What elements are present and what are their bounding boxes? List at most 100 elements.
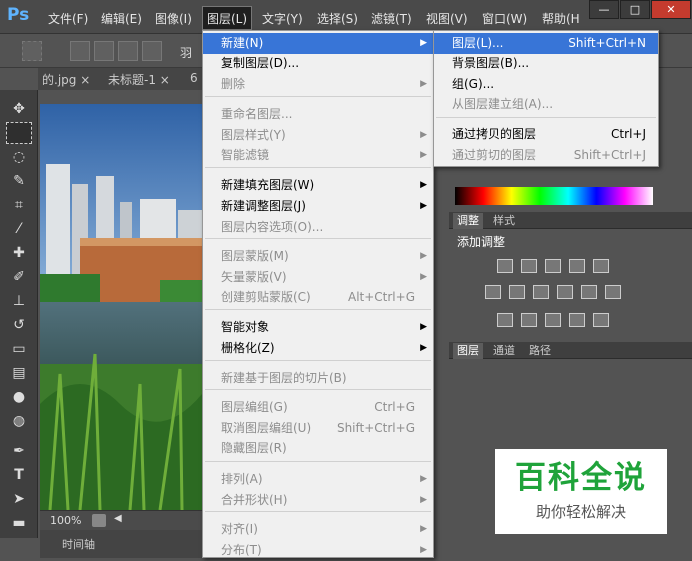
move-tool-icon[interactable]: ✥: [6, 98, 32, 120]
intersect-selection-icon[interactable]: [142, 41, 162, 61]
menu-select[interactable]: 选择(S): [317, 10, 358, 27]
tab-1[interactable]: 的.jpg ×: [42, 71, 90, 88]
brush-tool-icon[interactable]: ✐: [6, 266, 32, 288]
menu-window[interactable]: 窗口(W): [482, 10, 527, 27]
blur-tool-icon[interactable]: ●: [6, 386, 32, 408]
marquee-tool-icon[interactable]: [6, 122, 32, 144]
gradient-tool-icon[interactable]: ▤: [6, 362, 32, 384]
dodge-tool-icon[interactable]: ◍: [6, 410, 32, 432]
tab-close-icon[interactable]: ×: [80, 73, 90, 87]
vibrance-icon[interactable]: [593, 259, 609, 273]
menu-item-label: 矢量蒙版(V): [221, 270, 287, 284]
brightness-icon[interactable]: [497, 259, 513, 273]
app-logo: Ps: [7, 5, 30, 25]
tab-paths[interactable]: 路径: [525, 343, 555, 359]
type-tool-icon[interactable]: T: [6, 464, 32, 486]
layer-menu-item[interactable]: 新建(N) ▶: [203, 33, 433, 54]
new-submenu-item[interactable]: 图层(L)... Shift+Ctrl+N: [434, 33, 658, 54]
new-submenu-item[interactable]: 背景图层(B)...: [434, 53, 658, 74]
new-submenu-item: 通过剪切的图层 Shift+Ctrl+J: [434, 145, 658, 166]
menu-item-label: 图层编组(G): [221, 400, 288, 414]
eraser-tool-icon[interactable]: ▭: [6, 338, 32, 360]
layer-menu-item: 矢量蒙版(V) ▶: [203, 267, 433, 288]
tab-layers[interactable]: 图层: [453, 343, 483, 359]
menu-image[interactable]: 图像(I): [155, 10, 192, 27]
new-selection-icon[interactable]: [70, 41, 90, 61]
tab-3[interactable]: 6: [190, 71, 198, 85]
exposure-icon[interactable]: [569, 259, 585, 273]
healing-tool-icon[interactable]: ✚: [6, 242, 32, 264]
black-white-icon[interactable]: [533, 285, 549, 299]
menu-item-label: 取消图层编组(U): [221, 421, 312, 435]
minimize-button[interactable]: —: [589, 0, 619, 19]
pen-tool-icon[interactable]: ✒: [6, 440, 32, 462]
curves-icon[interactable]: [545, 259, 561, 273]
hue-saturation-icon[interactable]: [485, 285, 501, 299]
shape-tool-icon[interactable]: ▬: [6, 512, 32, 534]
tab-label: 的.jpg: [42, 73, 77, 87]
menu-item-label: 栅格化(Z): [221, 341, 275, 355]
layer-menu-item: 图层样式(Y) ▶: [203, 125, 433, 146]
submenu-arrow-icon: ▶: [420, 524, 427, 534]
color-ramp[interactable]: [455, 187, 653, 205]
history-brush-tool-icon[interactable]: ↺: [6, 314, 32, 336]
submenu-arrow-icon: ▶: [420, 272, 427, 282]
layer-menu-item[interactable]: 新建填充图层(W) ▶: [203, 175, 433, 196]
menu-item-label: 组(G)...: [452, 77, 495, 91]
new-submenu-item[interactable]: 通过拷贝的图层 Ctrl+J: [434, 124, 658, 145]
menu-layer[interactable]: 图层(L): [202, 6, 253, 30]
layer-menu-item[interactable]: 智能对象 ▶: [203, 317, 433, 338]
crop-tool-icon[interactable]: ⌗: [6, 194, 32, 216]
restore-button[interactable]: □: [620, 0, 650, 19]
timeline-label[interactable]: 时间轴: [62, 536, 95, 552]
close-button[interactable]: ✕: [651, 0, 691, 19]
add-selection-icon[interactable]: [94, 41, 114, 61]
subtract-selection-icon[interactable]: [118, 41, 138, 61]
menu-item-shortcut: Shift+Ctrl+N: [568, 36, 646, 50]
eyedropper-tool-icon[interactable]: ⁄: [6, 218, 32, 240]
tab-channels[interactable]: 通道: [489, 343, 519, 359]
color-lookup-icon[interactable]: [605, 285, 621, 299]
gradient-map-icon[interactable]: [593, 313, 609, 327]
invert-icon[interactable]: [497, 313, 513, 327]
menu-help[interactable]: 帮助(H: [542, 10, 580, 27]
watermark-logo: 百科全说 助你轻松解决: [495, 449, 667, 534]
color-balance-icon[interactable]: [509, 285, 525, 299]
menu-type[interactable]: 文字(Y): [262, 10, 303, 27]
posterize-icon[interactable]: [521, 313, 537, 327]
quick-select-tool-icon[interactable]: ✎: [6, 170, 32, 192]
tab-2[interactable]: 未标题-1 ×: [108, 71, 170, 88]
menu-item-shortcut: Alt+Ctrl+G: [347, 290, 415, 304]
menu-edit[interactable]: 编辑(E): [101, 10, 142, 27]
marquee-preset-icon[interactable]: [22, 41, 42, 61]
layer-menu-item[interactable]: 复制图层(D)...: [203, 53, 433, 74]
layer-menu-item[interactable]: 新建调整图层(J) ▶: [203, 196, 433, 217]
menu-separator: [205, 167, 431, 168]
status-icon[interactable]: [92, 514, 106, 527]
tab-close-icon[interactable]: ×: [160, 73, 170, 87]
layer-menu-item: 隐藏图层(R): [203, 438, 433, 459]
menu-item-label: 对齐(I): [221, 522, 258, 536]
menu-item-shortcut: Ctrl+G: [374, 400, 415, 414]
menu-file[interactable]: 文件(F): [48, 10, 88, 27]
layer-menu-item[interactable]: 栅格化(Z) ▶: [203, 338, 433, 359]
menu-filter[interactable]: 滤镜(T): [371, 10, 412, 27]
stamp-tool-icon[interactable]: ⊥: [6, 290, 32, 312]
levels-icon[interactable]: [521, 259, 537, 273]
threshold-icon[interactable]: [545, 313, 561, 327]
lasso-tool-icon[interactable]: ◌: [6, 146, 32, 168]
layer-menu-item: 删除 ▶: [203, 74, 433, 95]
selective-color-icon[interactable]: [569, 313, 585, 327]
tab-styles[interactable]: 样式: [489, 213, 519, 229]
tab-adjustments[interactable]: 调整: [453, 213, 483, 229]
layer-menu-item: 图层编组(G) Ctrl+G: [203, 397, 433, 418]
new-submenu-item[interactable]: 组(G)...: [434, 74, 658, 95]
zoom-level[interactable]: 100%: [50, 514, 81, 527]
photo-filter-icon[interactable]: [557, 285, 573, 299]
watermark-title: 百科全说: [515, 460, 647, 496]
path-select-tool-icon[interactable]: ➤: [6, 488, 32, 510]
menu-view[interactable]: 视图(V): [426, 10, 468, 27]
channel-mixer-icon[interactable]: [581, 285, 597, 299]
document-canvas[interactable]: [40, 104, 202, 510]
scroll-left-icon[interactable]: ◀: [114, 513, 122, 524]
